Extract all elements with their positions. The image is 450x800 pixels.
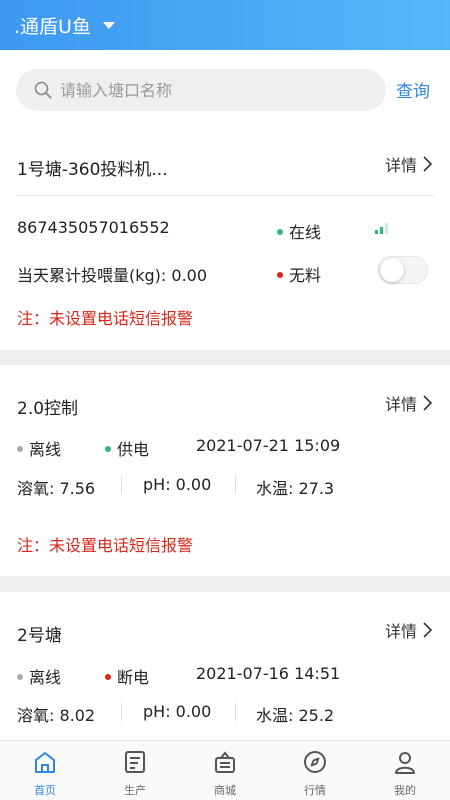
- feed-amount: 当天累计投喂量(kg): 0.00: [17, 266, 208, 285]
- tab-label: 行情: [304, 784, 326, 797]
- search-input[interactable]: [60, 80, 360, 100]
- status-dot: [277, 228, 283, 235]
- separator: [235, 703, 236, 721]
- power-status-label: 供电: [117, 440, 150, 459]
- alert-note: 注：未设置电话短信报警: [17, 536, 194, 555]
- dissolved-oxygen: 溶氧: 8.02: [17, 706, 96, 725]
- feed-toggle[interactable]: [378, 256, 428, 284]
- tab-label: 我的: [394, 784, 416, 797]
- connection-status: 离线: [17, 664, 61, 688]
- user-icon: [395, 752, 415, 774]
- ph-value: pH: 0.00: [143, 702, 212, 721]
- tab-label: 商城: [214, 784, 236, 797]
- feed-status: 无料: [277, 262, 321, 286]
- detail-label: 详情: [384, 395, 417, 414]
- tab-market[interactable]: 行情: [270, 741, 360, 800]
- tab-shop[interactable]: 商城: [180, 741, 270, 800]
- pond-title: 1号塘-360投料机...: [17, 160, 168, 180]
- water-temperature: 水温: 27.3: [256, 479, 335, 498]
- signal-icon: [375, 223, 388, 234]
- power-status: 断电: [105, 664, 149, 688]
- water-temperature: 水温: 25.2: [256, 706, 335, 725]
- search-box[interactable]: [16, 69, 386, 111]
- chevron-right-icon: [423, 156, 432, 172]
- tab-home[interactable]: 首页: [0, 741, 90, 800]
- chevron-right-icon: [423, 395, 432, 411]
- dissolved-oxygen: 溶氧: 7.56: [17, 479, 96, 498]
- document-icon: [125, 751, 145, 773]
- connection-status-label: 离线: [29, 668, 62, 687]
- tab-label: 首页: [34, 784, 56, 797]
- home-icon: [35, 752, 55, 773]
- chevron-down-icon[interactable]: [102, 21, 115, 29]
- detail-link[interactable]: 详情: [385, 152, 432, 176]
- compass-icon: [304, 751, 326, 773]
- pond-card[interactable]: 1号塘-360投料机... 详情 867435057016552 在线 当天累计…: [0, 128, 450, 350]
- bottom-tab-bar: 首页 生产 商城 行情 我的: [0, 740, 450, 800]
- separator: [121, 703, 122, 721]
- detail-link[interactable]: 详情: [385, 618, 432, 642]
- search-icon: [34, 81, 52, 99]
- alert-note: 注：未设置电话短信报警: [17, 309, 194, 328]
- separator: [121, 476, 122, 494]
- chevron-right-icon: [423, 622, 432, 638]
- search-button[interactable]: 查询: [396, 77, 430, 102]
- divider: [16, 195, 434, 196]
- update-time: 2021-07-21 15:09: [196, 436, 341, 455]
- status-dot: [17, 673, 23, 680]
- status-dot: [105, 445, 111, 452]
- separator: [235, 476, 236, 494]
- detail-label: 详情: [384, 622, 417, 641]
- pond-card[interactable]: 2号塘 详情 离线 断电 2021-07-16 14:51 溶氧: 8.02 p…: [0, 592, 450, 740]
- online-status: 在线: [277, 219, 321, 243]
- toggle-knob: [380, 258, 404, 282]
- ph-value: pH: 0.00: [143, 475, 212, 494]
- detail-link[interactable]: 详情: [385, 391, 432, 415]
- tab-production[interactable]: 生产: [90, 741, 180, 800]
- online-status-label: 在线: [289, 223, 322, 242]
- status-dot: [277, 271, 283, 278]
- pond-title: 2.0控制: [17, 399, 79, 419]
- update-time: 2021-07-16 14:51: [196, 664, 341, 683]
- detail-label: 详情: [384, 156, 417, 175]
- power-status: 供电: [105, 436, 149, 460]
- connection-status-label: 离线: [29, 440, 62, 459]
- app-header: .通盾U鱼: [0, 0, 450, 50]
- search-section: 查询: [0, 50, 450, 128]
- feed-status-label: 无料: [289, 266, 322, 285]
- status-dot: [105, 673, 111, 680]
- device-id: 867435057016552: [17, 218, 170, 237]
- power-status-label: 断电: [117, 668, 150, 687]
- shopping-basket-icon: [215, 751, 235, 773]
- status-dot: [17, 445, 23, 452]
- pond-card[interactable]: 2.0控制 详情 离线 供电 2021-07-21 15:09 溶氧: 7.56…: [0, 365, 450, 576]
- connection-status: 离线: [17, 436, 61, 460]
- tab-profile[interactable]: 我的: [360, 741, 450, 800]
- pond-title: 2号塘: [17, 626, 62, 646]
- tab-label: 生产: [124, 784, 146, 797]
- account-title[interactable]: .通盾U鱼: [14, 12, 91, 39]
